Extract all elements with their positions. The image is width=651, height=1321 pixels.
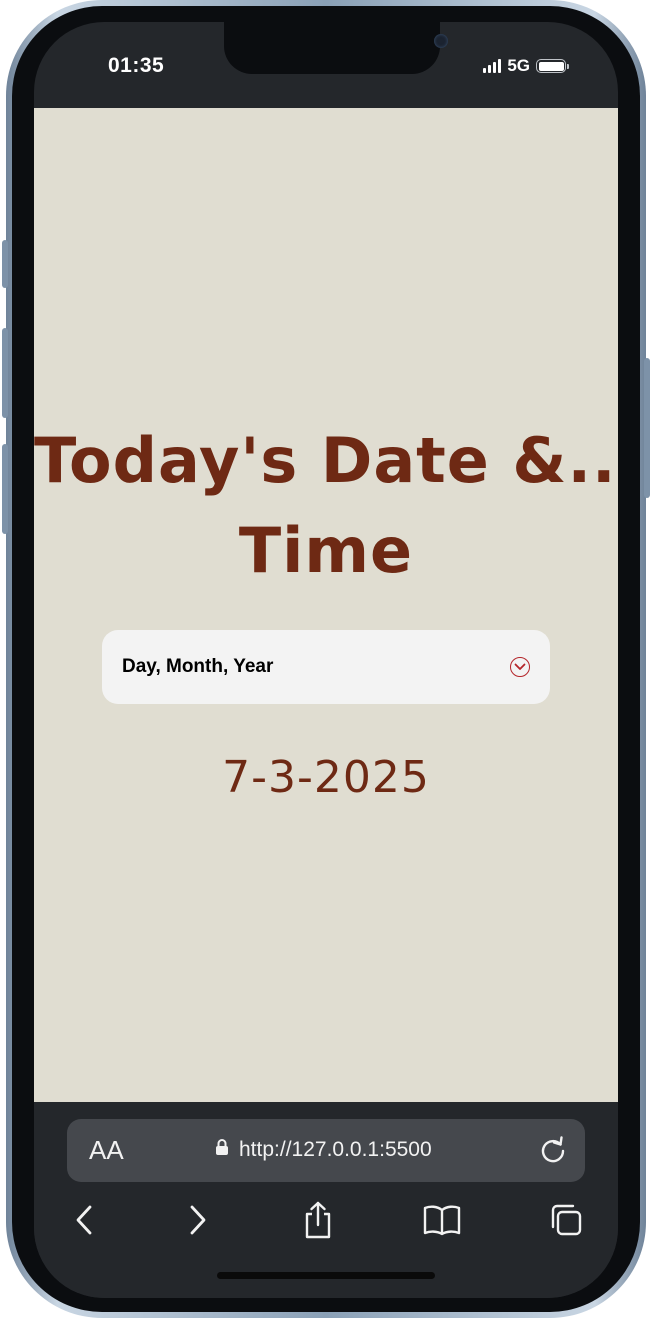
screen: 01:35 5G Today's Date &.... Time Day, Mo… [34, 22, 618, 1298]
action-button [2, 240, 8, 288]
forward-icon [190, 1205, 206, 1235]
page-title: Today's Date &.... Time [34, 416, 618, 596]
dynamic-island [224, 22, 448, 74]
date-output: 7-3-2025 [222, 752, 430, 803]
power-button [644, 358, 650, 498]
status-indicators: 5G [483, 56, 569, 76]
status-time: 01:35 [108, 54, 165, 77]
status-bar: 01:35 5G [34, 22, 618, 108]
volume-down-button [2, 444, 8, 534]
camera-icon [434, 34, 448, 48]
share-button[interactable] [298, 1198, 338, 1242]
tabs-icon [551, 1204, 582, 1236]
bookmarks-button[interactable] [422, 1198, 462, 1242]
address-bar[interactable]: AA http://127.0.0.1:5500 [67, 1119, 585, 1182]
bookmarks-icon [423, 1205, 461, 1236]
back-button[interactable] [64, 1198, 104, 1242]
reload-icon[interactable] [539, 1135, 567, 1170]
network-type: 5G [507, 56, 530, 75]
browser-nav [34, 1198, 618, 1250]
chevron-down-circle-icon [510, 657, 530, 677]
url-text: http://127.0.0.1:5500 [239, 1138, 432, 1161]
signal-icon [483, 59, 502, 73]
volume-up-button [2, 328, 8, 418]
share-icon [305, 1201, 331, 1239]
url-display[interactable]: http://127.0.0.1:5500 [215, 1138, 432, 1162]
forward-button[interactable] [178, 1198, 218, 1242]
web-page: Today's Date &.... Time Day, Month, Year… [34, 108, 618, 1102]
phone-frame: 01:35 5G Today's Date &.... Time Day, Mo… [2, 0, 650, 1318]
tabs-button[interactable] [546, 1198, 586, 1242]
home-indicator[interactable] [217, 1272, 435, 1279]
battery-icon [536, 59, 569, 73]
lock-icon [215, 1138, 229, 1162]
text-size-button[interactable]: AA [89, 1135, 124, 1166]
date-format-selected: Day, Month, Year [122, 656, 274, 677]
page-title-line2: Time [238, 514, 414, 587]
date-format-select[interactable]: Day, Month, Year [102, 630, 550, 704]
back-icon [76, 1205, 92, 1235]
browser-toolbar: AA http://127.0.0.1:5500 [34, 1102, 618, 1298]
page-title-line1: Today's Date &.... [34, 424, 618, 497]
